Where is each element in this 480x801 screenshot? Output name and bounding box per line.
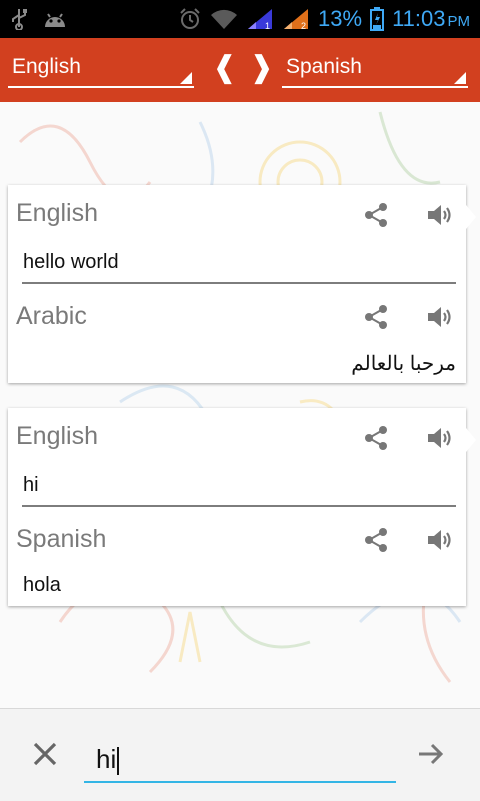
signal-2-icon: 2 xyxy=(284,9,309,31)
language-bar: English ❰ ❱ Spanish xyxy=(0,38,480,102)
battery-icon xyxy=(370,7,385,31)
status-bar: 1 2 13% 11:03 PM xyxy=(0,0,480,38)
source-language-label: English xyxy=(12,55,81,78)
svg-text:1: 1 xyxy=(265,21,270,31)
source-language-name: English xyxy=(16,199,98,227)
usb-icon xyxy=(12,9,27,30)
clock: 11:03 PM xyxy=(392,6,470,32)
target-language-name: Arabic xyxy=(16,302,87,330)
card-notch xyxy=(466,205,476,229)
share-icon[interactable] xyxy=(361,200,391,230)
target-language-name: Spanish xyxy=(16,525,107,553)
translation-card[interactable]: English hi Spanish hola xyxy=(8,408,476,606)
text-cursor xyxy=(117,747,120,776)
android-icon xyxy=(45,13,65,27)
translated-text: مرحبا بالعالم xyxy=(351,353,456,375)
signal-1-icon: 1 xyxy=(248,9,273,31)
share-icon[interactable] xyxy=(361,302,391,332)
battery-percent: 13% xyxy=(318,6,363,31)
swap-right-arrow-icon[interactable]: ❱ xyxy=(249,50,274,86)
card-notch xyxy=(466,428,476,452)
speaker-icon[interactable] xyxy=(425,423,455,453)
source-text: hi xyxy=(23,474,39,496)
alarm-icon xyxy=(180,8,200,29)
clear-icon[interactable] xyxy=(30,739,60,769)
target-language-label: Spanish xyxy=(286,55,362,78)
dropdown-triangle-icon xyxy=(180,72,192,84)
source-language-dropdown[interactable]: English xyxy=(8,48,194,88)
translated-text: hola xyxy=(23,574,61,596)
swap-left-arrow-icon[interactable]: ❰ xyxy=(212,50,237,86)
target-language-dropdown[interactable]: Spanish xyxy=(282,48,468,88)
clock-ampm: PM xyxy=(447,13,471,30)
source-language-name: English xyxy=(16,422,98,450)
divider xyxy=(22,282,456,284)
divider xyxy=(22,505,456,507)
translation-card[interactable]: English hello world Arabic مرحبا بالعالم xyxy=(8,185,476,383)
speaker-icon[interactable] xyxy=(425,525,455,555)
wifi-icon xyxy=(211,9,238,29)
dropdown-triangle-icon xyxy=(454,72,466,84)
share-icon[interactable] xyxy=(361,423,391,453)
translate-arrow-icon[interactable] xyxy=(416,739,446,769)
share-icon[interactable] xyxy=(361,525,391,555)
text-input-value: hi xyxy=(96,744,117,774)
source-text: hello world xyxy=(23,251,119,273)
clock-time: 11:03 xyxy=(392,6,446,31)
svg-text:2: 2 xyxy=(301,21,306,31)
speaker-icon[interactable] xyxy=(425,302,455,332)
input-bar: hi xyxy=(0,708,480,801)
speaker-icon[interactable] xyxy=(425,200,455,230)
text-input[interactable]: hi xyxy=(84,739,396,783)
